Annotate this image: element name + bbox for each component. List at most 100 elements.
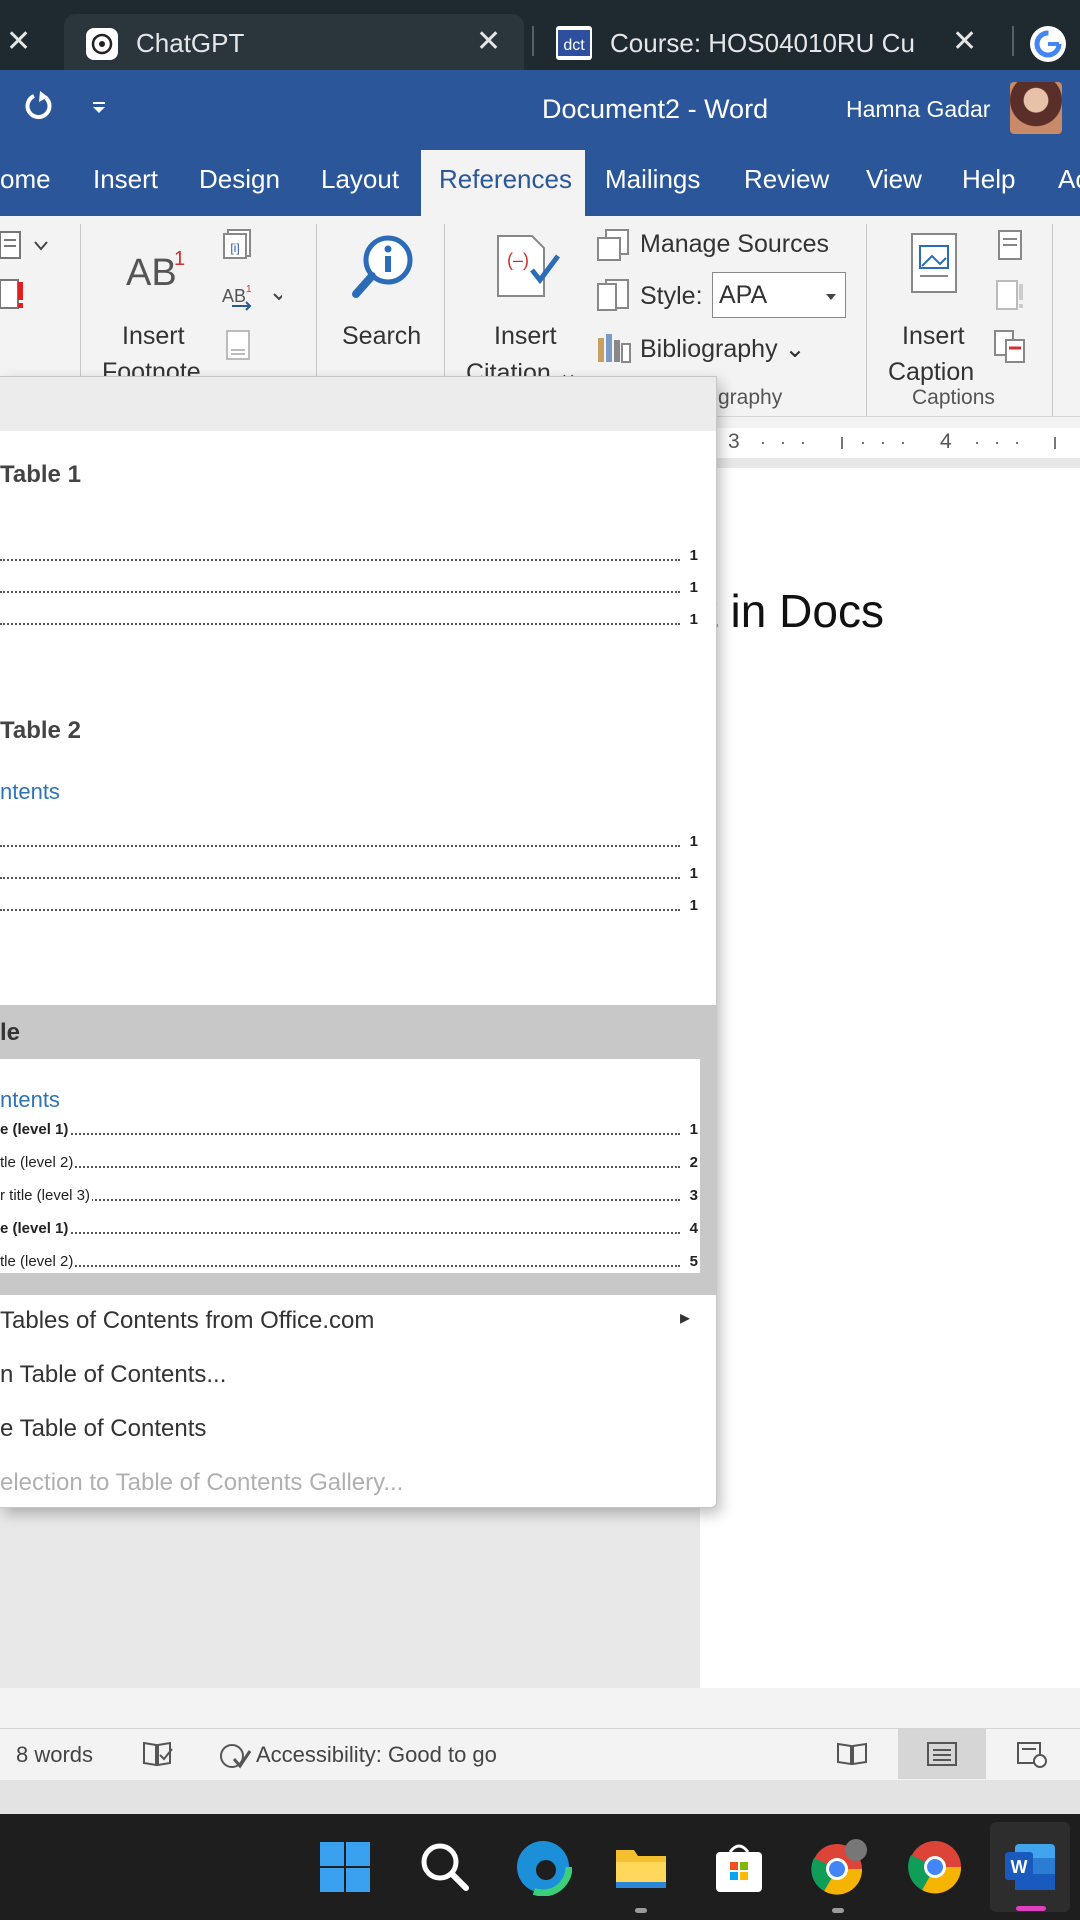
print-layout-icon [926, 1741, 958, 1772]
style-label: Style: [640, 282, 703, 310]
insert-footnote-label-1: Insert [122, 322, 185, 350]
browser-tab-strip: ✕ ChatGPT ✕ dct Course: HOS04010RU Cultu… [0, 0, 1080, 70]
insert-caption-icon [910, 232, 960, 301]
toc-preview-line: 1 [0, 547, 698, 567]
gallery-category-header [0, 377, 716, 431]
file-explorer-icon[interactable] [612, 1838, 670, 1896]
menu-custom-table-of-contents[interactable]: n Table of Contents... [0, 1347, 716, 1399]
insert-caption-button[interactable]: Insert Caption [880, 228, 990, 408]
tab-separator [1012, 26, 1014, 56]
toc-option-automatic-table-1[interactable]: Table 1 1 1 1 [0, 431, 716, 691]
accessibility-icon[interactable] [218, 1741, 252, 1776]
toc-preview-entry: e (level 1) 1 [0, 1121, 698, 1138]
google-icon[interactable] [1030, 26, 1066, 62]
tab-design[interactable]: Design [199, 164, 280, 195]
read-mode-icon[interactable] [836, 1741, 868, 1772]
svg-text:W: W [1011, 1857, 1028, 1877]
menu-remove-table-of-contents[interactable]: e Table of Contents [0, 1401, 716, 1453]
status-bar-lower-strip [0, 1780, 1080, 1814]
windows-start-icon[interactable] [316, 1838, 374, 1896]
toc-option-manual-table[interactable]: le ntents e (level 1) 1 tle (level 2) 2 r … [0, 1005, 716, 1295]
close-tab-icon[interactable]: ✕ [476, 24, 501, 59]
toc-preview-line: 1 [0, 611, 698, 631]
close-tab-icon[interactable]: ✕ [952, 24, 977, 59]
ribbon-tabs: ome Insert Design Layout References Mail… [0, 144, 1080, 216]
dropdown-arrow-icon [825, 289, 837, 307]
toc-option-title: Table 2 [0, 717, 81, 744]
avatar[interactable] [1010, 82, 1062, 134]
edge-icon[interactable] [513, 1837, 573, 1897]
style-select[interactable]: APA [712, 272, 846, 318]
citations-group-label: graphy [718, 386, 783, 409]
word-taskbar-button[interactable]: W [990, 1822, 1070, 1912]
print-layout-button[interactable] [898, 1729, 986, 1779]
insert-caption-label-2: Caption [888, 358, 975, 386]
tab-references[interactable]: References [421, 150, 585, 216]
browser-tab-chatgpt[interactable]: ChatGPT ✕ [64, 14, 524, 70]
tab-insert[interactable]: Insert [93, 164, 158, 195]
style-value: APA [719, 281, 768, 309]
close-tab-icon[interactable]: ✕ [6, 24, 31, 59]
update-table-icon[interactable] [0, 278, 26, 317]
chrome-profile-icon[interactable] [808, 1838, 867, 1896]
manage-sources-button[interactable]: Manage Sources [640, 230, 829, 259]
toc-preview-line: 1 [0, 865, 698, 885]
browser-tab[interactable]: ✕ [0, 14, 60, 70]
accessibility-status[interactable]: Accessibility: Good to go [256, 1742, 497, 1768]
table-of-contents-icon[interactable] [0, 230, 24, 265]
toc-option-title: Table 1 [0, 461, 81, 488]
toc-preview-line: 1 [0, 833, 698, 853]
status-bar: 8 words Accessibility: Good to go [0, 1728, 1080, 1781]
redo-icon[interactable] [20, 88, 56, 129]
word-icon: W [1001, 1838, 1059, 1896]
toc-preview-line: 1 [0, 579, 698, 599]
manage-sources-icon [596, 228, 632, 267]
tab-label: References [439, 164, 572, 194]
toc-preview-entry: r title (level 3) 3 [0, 1187, 698, 1204]
word-count[interactable]: 8 words [16, 1742, 93, 1768]
web-layout-icon[interactable] [1016, 1741, 1048, 1774]
ruler-ticks [762, 437, 1056, 449]
menu-save-selection-to-gallery: election to Table of Contents Gallery... [0, 1455, 716, 1507]
table-of-contents-gallery: Table 1 1 1 1 Table 2 ntents 1 1 1 le nt… [0, 376, 717, 1508]
store-icon[interactable] [710, 1838, 768, 1896]
search-label: Search [342, 322, 422, 350]
insert-table-of-figures-icon[interactable] [998, 230, 1024, 265]
running-indicator [832, 1908, 844, 1913]
cross-reference-icon[interactable] [994, 330, 1028, 369]
tab-acrobat[interactable]: Ac [1058, 164, 1080, 195]
svg-text:(–): (–) [507, 250, 529, 270]
active-indicator [1016, 1906, 1046, 1911]
customize-toolbar-icon[interactable] [90, 94, 108, 125]
menu-more-tables-of-contents[interactable]: Tables of Contents from Office.com ▸ [0, 1295, 716, 1347]
tab-help[interactable]: Help [962, 164, 1015, 195]
svg-text:dct: dct [563, 37, 585, 54]
tab-view[interactable]: View [866, 164, 922, 195]
search-icon[interactable] [416, 1838, 474, 1896]
running-indicator [635, 1908, 647, 1913]
document-heading[interactable]: t in Docs [705, 584, 884, 638]
tab-title: Course: HOS04010RU Cultu [610, 28, 916, 58]
user-name[interactable]: Hamna Gadar [846, 96, 990, 123]
toc-option-title: le [0, 1019, 21, 1046]
update-table-of-figures-icon[interactable] [996, 280, 1026, 317]
tab-mailings[interactable]: Mailings [605, 164, 700, 195]
insert-endnote-icon[interactable]: [i] [222, 228, 256, 265]
tab-title: ChatGPT [136, 28, 245, 58]
tab-layout[interactable]: Layout [321, 164, 399, 195]
toc-option-automatic-table-2[interactable]: Table 2 ntents 1 1 1 [0, 717, 716, 977]
document-page[interactable] [700, 468, 1080, 1688]
insert-caption-label-1: Insert [902, 322, 965, 350]
proofing-icon[interactable] [142, 1741, 174, 1772]
tab-home[interactable]: ome [0, 164, 51, 195]
tab-review[interactable]: Review [744, 164, 829, 195]
menu-item-label: e Table of Contents [0, 1415, 207, 1442]
style-icon [596, 278, 632, 317]
bibliography-icon [596, 330, 632, 369]
bibliography-button[interactable]: Bibliography ⌄ [640, 334, 805, 364]
show-notes-icon[interactable] [226, 330, 252, 365]
chevron-down-icon[interactable] [34, 238, 48, 256]
chrome-icon[interactable] [906, 1838, 964, 1896]
browser-tab-course[interactable]: dct Course: HOS04010RU Cultu ✕ [540, 14, 1000, 70]
next-footnote-icon[interactable]: AB 1 [222, 282, 285, 317]
